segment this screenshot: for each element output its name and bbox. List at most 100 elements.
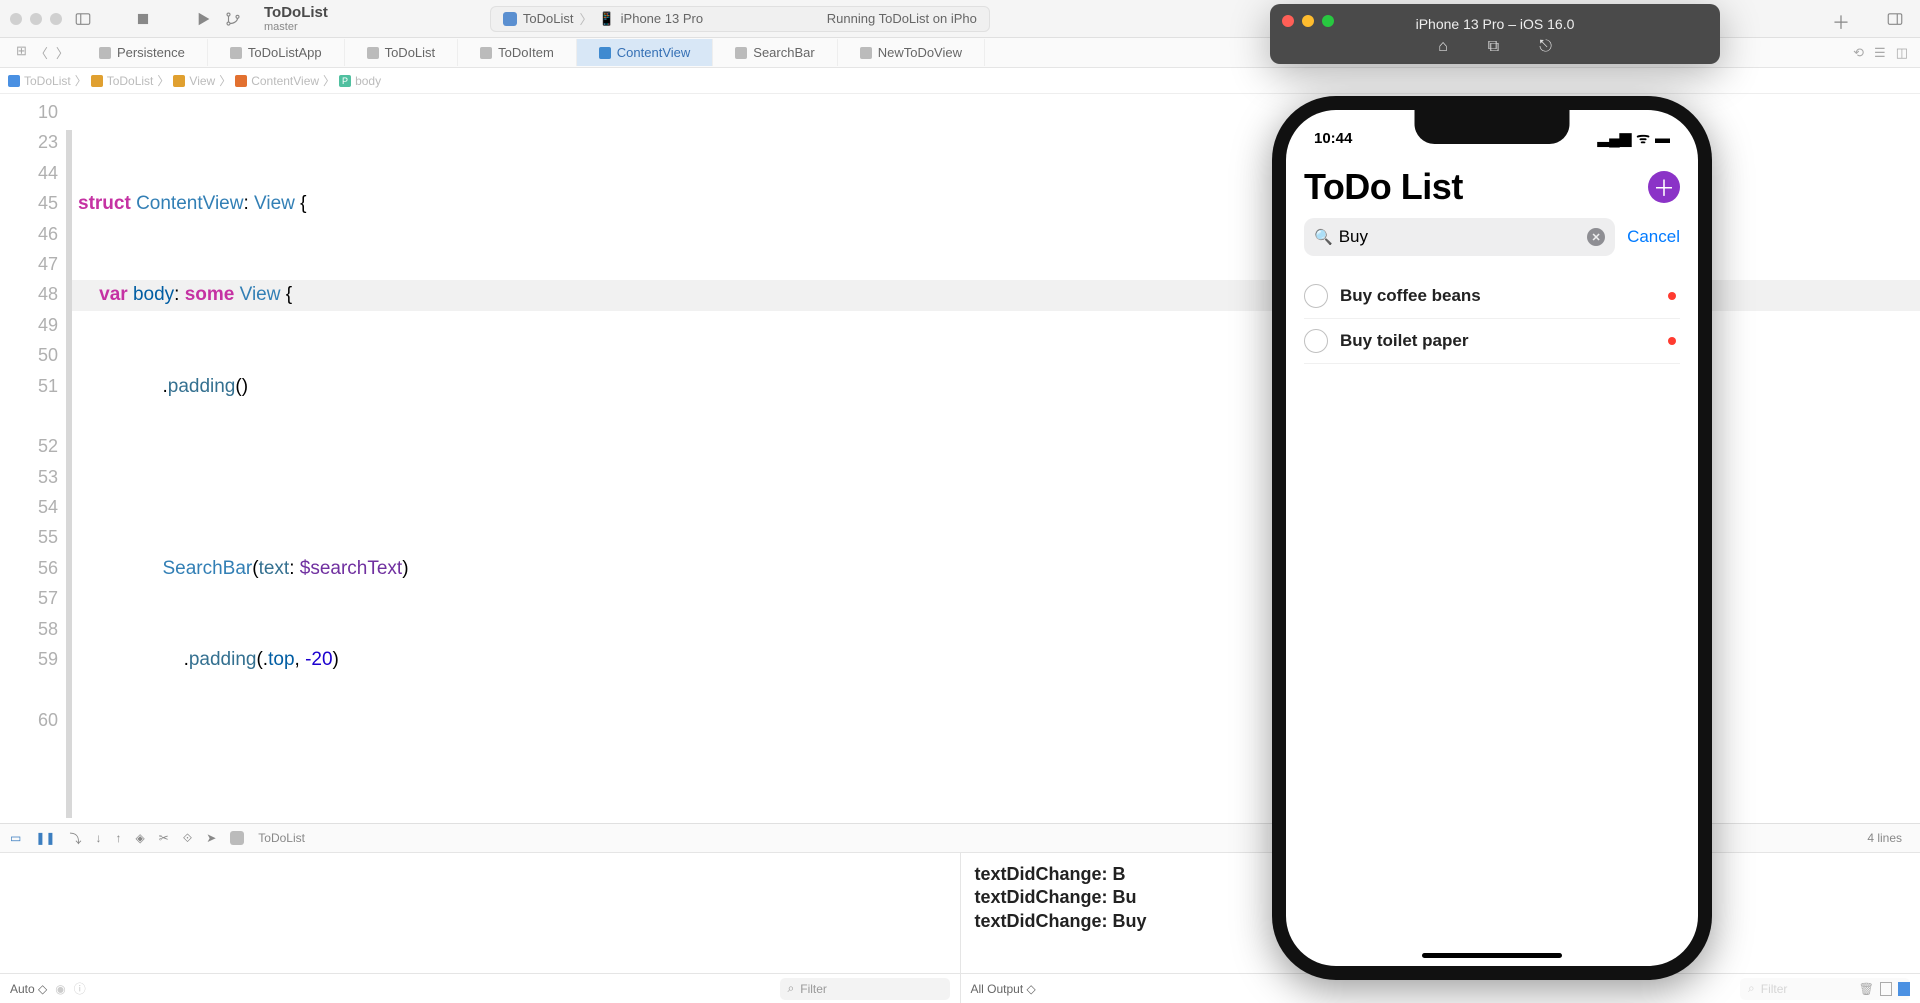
add-todo-button[interactable]: ＋ — [1648, 171, 1680, 203]
split-icon[interactable]: ◫ — [1896, 45, 1908, 61]
sim-zoom-icon[interactable] — [1322, 15, 1334, 27]
scheme-app: ToDoList — [523, 11, 574, 26]
scheme-selector[interactable]: ToDoList 〉 📱 iPhone 13 Pro Running ToDoL… — [490, 6, 990, 32]
debug-target: ToDoList — [258, 831, 305, 845]
debug-view-icon[interactable]: ◈ — [135, 831, 144, 845]
tab-forward-icon[interactable]: 〉 — [56, 43, 69, 62]
eye-icon[interactable]: ◉ — [55, 982, 65, 996]
adjust-icon[interactable]: ☰ — [1874, 45, 1886, 61]
todo-checkbox[interactable] — [1304, 284, 1328, 308]
todo-row[interactable]: Buy toilet paper — [1304, 319, 1680, 364]
swift-icon — [480, 47, 492, 59]
file-tab-todolist[interactable]: ToDoList — [345, 39, 459, 66]
file-tab-contentview[interactable]: ContentView — [577, 39, 713, 66]
sim-traffic-lights — [1282, 15, 1334, 27]
search-field[interactable]: 🔍 ✕ — [1304, 218, 1615, 256]
trash-icon[interactable]: 🗑 — [1859, 982, 1874, 996]
notch — [1415, 110, 1570, 144]
todo-checkbox[interactable] — [1304, 329, 1328, 353]
project-icon — [8, 75, 20, 87]
search-input[interactable] — [1339, 227, 1581, 247]
todo-list: Buy coffee beans Buy toilet paper — [1304, 274, 1680, 364]
stop-icon[interactable] — [134, 10, 152, 28]
memory-icon[interactable]: ⟐ — [183, 831, 192, 846]
sim-minimize-icon[interactable] — [1302, 15, 1314, 27]
priority-dot-icon — [1668, 292, 1676, 300]
project-name: ToDoList — [264, 4, 328, 21]
clear-search-icon[interactable]: ✕ — [1587, 228, 1605, 246]
sim-close-icon[interactable] — [1282, 15, 1294, 27]
refresh-icon[interactable]: ⟲ — [1853, 45, 1864, 61]
filter-icon: ⌕ — [788, 981, 795, 996]
swift-icon — [860, 47, 872, 59]
simulator-window: iPhone 13 Pro – iOS 16.0 ⌂ ⧉ ⎋ — [1270, 4, 1720, 64]
project-title: ToDoList master — [264, 4, 328, 33]
sim-screenshot-icon[interactable]: ⧉ — [1488, 38, 1499, 56]
right-side-toggle[interactable] — [1870, 0, 1920, 38]
target-icon[interactable] — [230, 831, 244, 845]
fold-ribbon[interactable] — [66, 130, 72, 818]
breakpoint-toggle-icon[interactable]: ▭ — [10, 831, 21, 845]
file-tab-newtodoview[interactable]: NewToDoView — [838, 39, 985, 66]
file-tab-persistence[interactable]: Persistence — [77, 39, 208, 66]
swift-icon — [735, 47, 747, 59]
cancel-button[interactable]: Cancel — [1627, 227, 1680, 247]
scheme-device: iPhone 13 Pro — [621, 11, 703, 26]
property-icon: P — [339, 75, 351, 87]
step-into-icon[interactable]: ↓ — [95, 831, 101, 845]
iphone-device: 10:44 ▂▄▆ ᯤ ▬ ToDo List ＋ 🔍 ✕ Cancel — [1272, 96, 1712, 980]
home-indicator[interactable] — [1422, 953, 1562, 958]
swift-icon — [367, 47, 379, 59]
search-icon: 🔍 — [1314, 228, 1333, 246]
pause-icon[interactable]: ❚❚ — [35, 831, 55, 845]
status-time: 10:44 — [1314, 130, 1352, 147]
location-icon[interactable]: ➤ — [206, 831, 216, 845]
build-status: Running ToDoList on iPho — [827, 11, 977, 26]
sim-rotate-icon[interactable]: ⎋ — [1539, 38, 1552, 56]
swift-icon — [230, 47, 242, 59]
step-out-icon[interactable]: ↑ — [115, 831, 121, 845]
breadcrumb[interactable]: ToDoList〉 ToDoList〉 View〉 ContentView〉 P… — [0, 68, 1920, 94]
library-plus-icon[interactable]: ＋ — [1832, 9, 1850, 35]
right-panel-toggle-icon[interactable] — [1898, 982, 1910, 996]
project-branch: master — [264, 21, 328, 33]
window-traffic-lights — [10, 13, 62, 25]
minimize-dot-icon[interactable] — [30, 13, 42, 25]
scissors-icon[interactable]: ✂ — [159, 831, 169, 845]
folder-icon — [173, 75, 185, 87]
swift-icon — [599, 47, 611, 59]
todo-name: Buy toilet paper — [1340, 331, 1656, 351]
wifi-icon: ᯤ — [1636, 128, 1650, 148]
tab-back-icon[interactable]: 〈 — [35, 43, 48, 62]
folder-icon — [91, 75, 103, 87]
run-icon[interactable] — [194, 10, 212, 28]
output-selector[interactable]: All Output ◇ — [971, 982, 1036, 996]
signal-icon: ▂▄▆ — [1598, 129, 1632, 147]
swift-file-icon — [235, 75, 247, 87]
sidebar-toggle-icon[interactable] — [74, 10, 92, 28]
branch-icon[interactable] — [224, 10, 242, 28]
app-title: ToDo List — [1304, 166, 1463, 208]
left-panel-toggle-icon[interactable] — [1880, 982, 1892, 996]
sim-home-icon[interactable]: ⌂ — [1438, 38, 1448, 56]
variables-filter[interactable]: ⌕ Filter — [780, 978, 950, 1000]
variables-view[interactable]: Auto ◇ ◉ ⓘ ⌕ Filter — [0, 853, 961, 1003]
zoom-dot-icon[interactable] — [50, 13, 62, 25]
close-dot-icon[interactable] — [10, 13, 22, 25]
file-tab-todoitem[interactable]: ToDoItem — [458, 39, 577, 66]
file-tab-searchbar[interactable]: SearchBar — [713, 39, 837, 66]
filter-icon: ⌕ — [1748, 981, 1755, 996]
todo-row[interactable]: Buy coffee beans — [1304, 274, 1680, 319]
line-gutter: 10 23 44 45 46 47 48 49 50 51 52 53 54 5… — [0, 94, 70, 823]
file-tab-todolistapp[interactable]: ToDoListApp — [208, 39, 345, 66]
tab-grid-icon[interactable]: ⊞ — [16, 43, 27, 62]
auto-selector[interactable]: Auto ◇ — [10, 982, 47, 996]
simulator-title: iPhone 13 Pro – iOS 16.0 — [1416, 16, 1575, 32]
lines-count: 4 lines — [1867, 831, 1902, 845]
swift-icon — [99, 47, 111, 59]
battery-icon: ▬ — [1655, 130, 1670, 147]
step-over-icon[interactable]: ⤵ — [69, 830, 81, 847]
info-icon[interactable]: ⓘ — [74, 980, 86, 997]
iphone-screen[interactable]: 10:44 ▂▄▆ ᯤ ▬ ToDo List ＋ 🔍 ✕ Cancel — [1286, 110, 1698, 966]
app-icon — [503, 12, 517, 26]
